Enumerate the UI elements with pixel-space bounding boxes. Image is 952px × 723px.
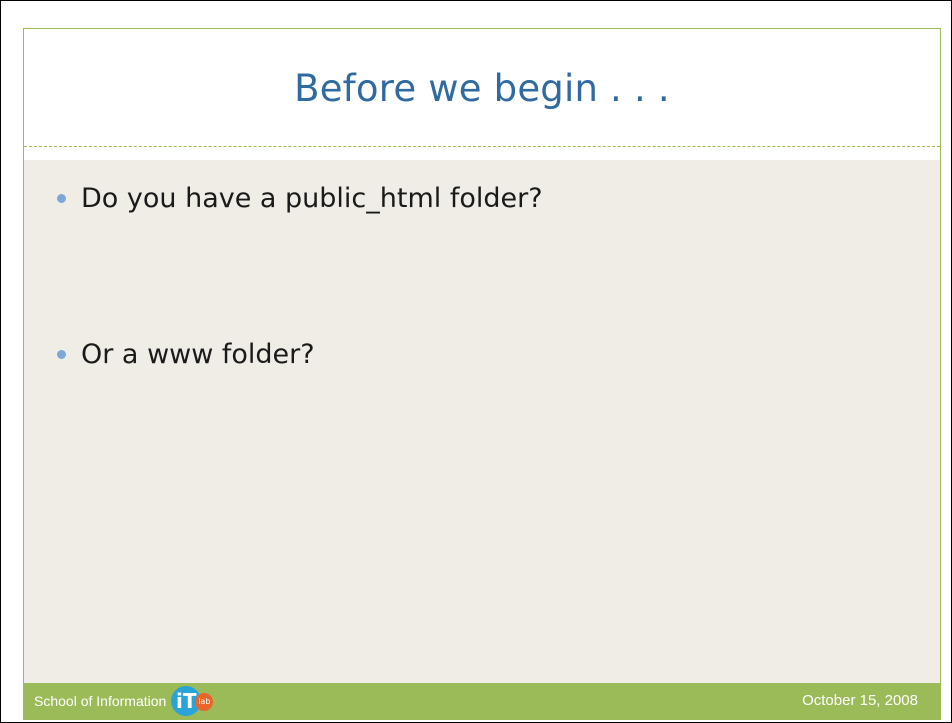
itlab-logo-icon: iT lab bbox=[171, 686, 214, 716]
slide: Before we begin . . . Do you have a publ… bbox=[23, 28, 941, 720]
page-frame: Before we begin . . . Do you have a publ… bbox=[0, 0, 952, 723]
bullet-item: Or a www folder? bbox=[57, 339, 315, 370]
bullet-dot-icon bbox=[57, 350, 66, 359]
bullet-item: Do you have a public_html folder? bbox=[57, 183, 543, 214]
bullet-text: Or a www folder? bbox=[81, 339, 315, 370]
title-divider bbox=[24, 146, 940, 147]
bullet-dot-icon bbox=[57, 194, 66, 203]
bullet-text: Do you have a public_html folder? bbox=[81, 183, 543, 214]
slide-date: October 15, 2008 bbox=[802, 692, 918, 709]
logo-lab-badge: lab bbox=[195, 693, 214, 711]
footer-left: School of Information iT lab bbox=[34, 683, 214, 719]
school-name: School of Information bbox=[34, 693, 167, 709]
content-area: Do you have a public_html folder? Or a w… bbox=[24, 160, 940, 684]
slide-title: Before we begin . . . bbox=[294, 67, 670, 110]
title-area: Before we begin . . . bbox=[24, 29, 940, 147]
bullet-list: Do you have a public_html folder? Or a w… bbox=[24, 160, 940, 684]
slide-footer: School of Information iT lab October 15,… bbox=[24, 683, 940, 719]
